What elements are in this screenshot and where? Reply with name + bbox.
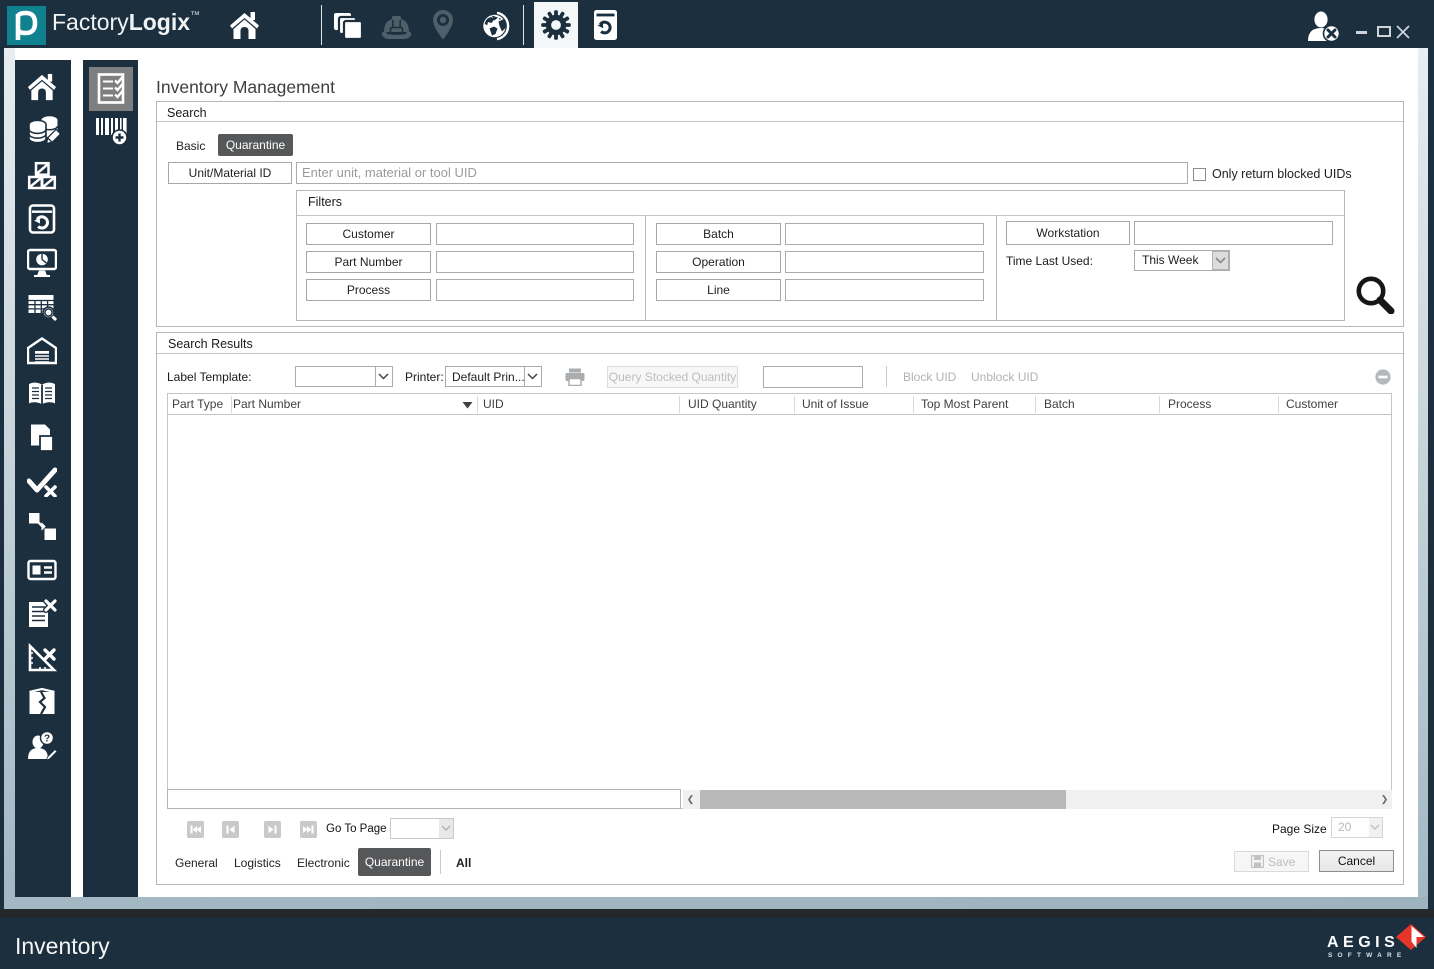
svg-text:?: ? [44, 734, 50, 745]
